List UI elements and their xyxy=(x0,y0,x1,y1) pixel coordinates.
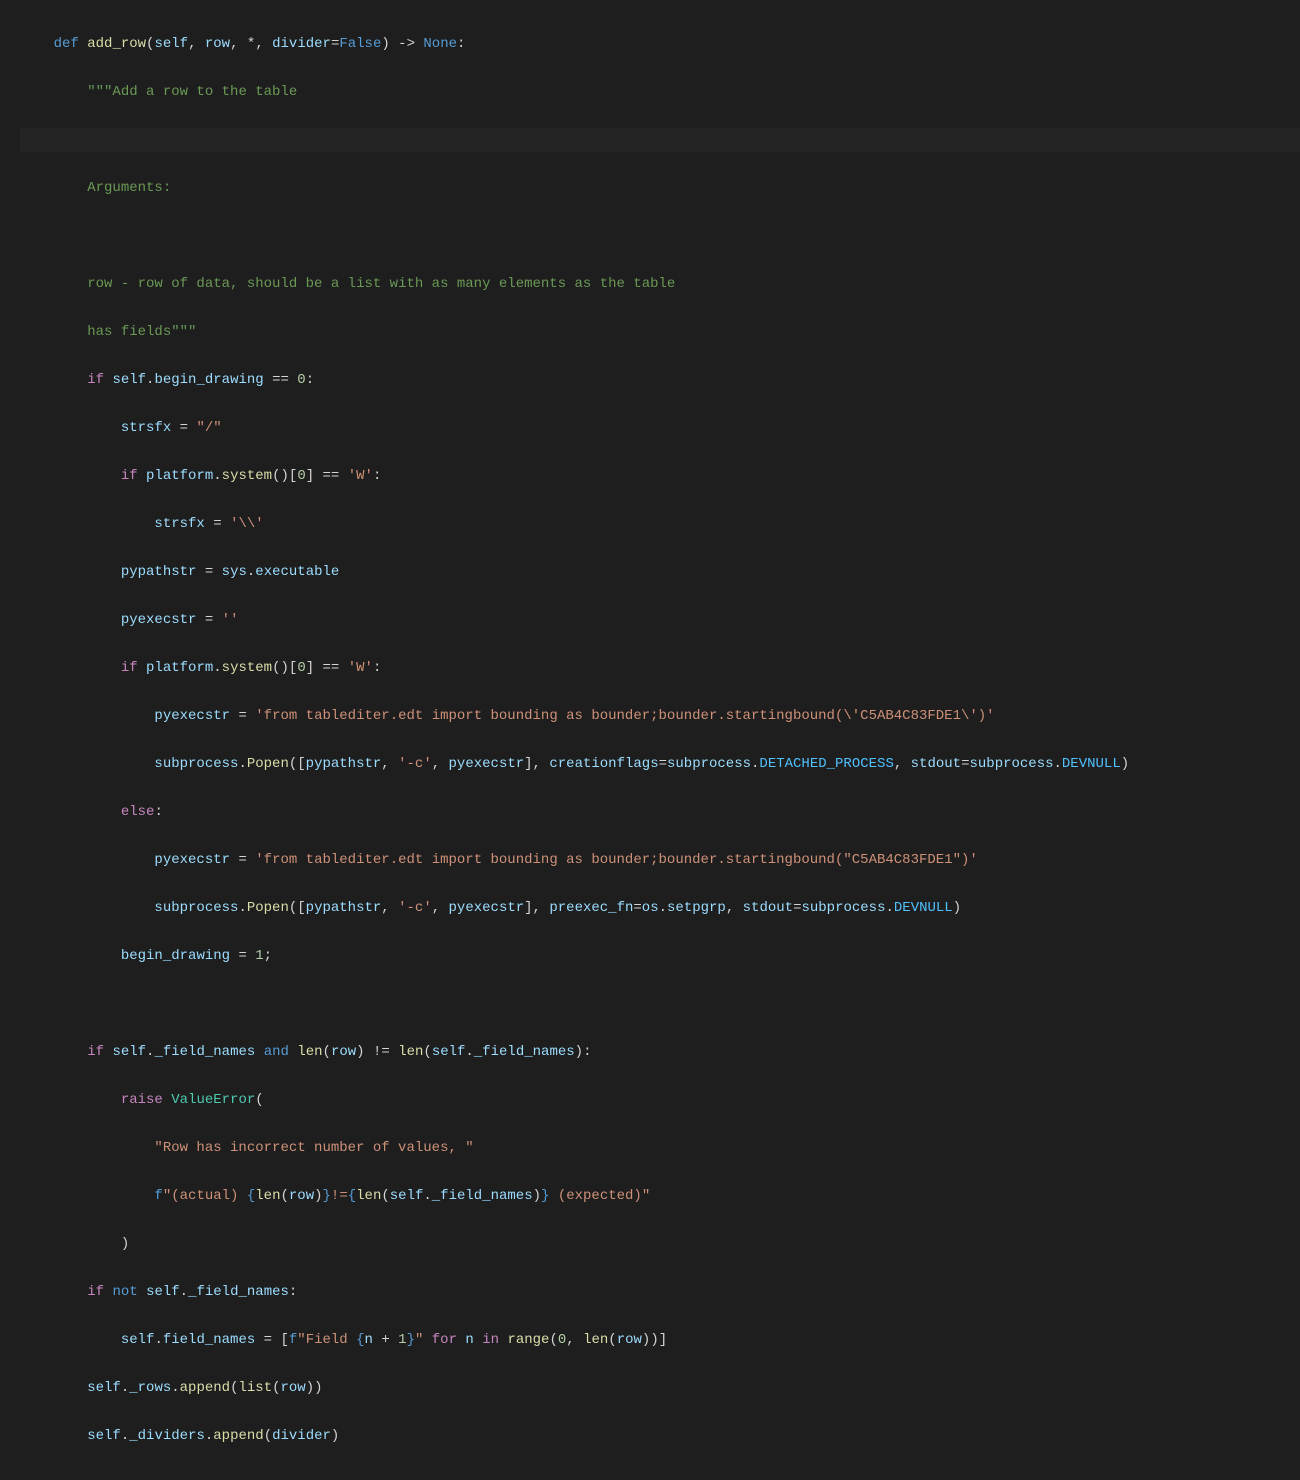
code-line xyxy=(20,224,1300,248)
code-line: def add_row(self, row, *, divider=False)… xyxy=(20,32,1300,56)
keyword-raise: raise xyxy=(121,1092,163,1108)
constant-false: False xyxy=(339,36,381,52)
type-none: None xyxy=(423,36,457,52)
code-line: pyexecstr = '' xyxy=(20,608,1300,632)
code-line: subprocess.Popen([pypathstr, '-c', pyexe… xyxy=(20,752,1300,776)
code-line: subprocess.Popen([pypathstr, '-c', pyexe… xyxy=(20,896,1300,920)
code-line: row - row of data, should be a list with… xyxy=(20,272,1300,296)
docstring: Arguments: xyxy=(87,180,171,196)
code-line: strsfx = "/" xyxy=(20,416,1300,440)
code-editor[interactable]: def add_row(self, row, *, divider=False)… xyxy=(0,8,1300,1472)
code-line: if self.begin_drawing == 0: xyxy=(20,368,1300,392)
param-row: row xyxy=(205,36,230,52)
code-line: has fields""" xyxy=(20,320,1300,344)
code-line xyxy=(20,992,1300,1016)
code-line: if self._field_names and len(row) != len… xyxy=(20,1040,1300,1064)
code-line: begin_drawing = 1; xyxy=(20,944,1300,968)
code-line-active xyxy=(20,128,1300,152)
code-line: pypathstr = sys.executable xyxy=(20,560,1300,584)
code-line: pyexecstr = 'from tablediter.edt import … xyxy=(20,704,1300,728)
code-line: f"(actual) {len(row)}!={len(self._field_… xyxy=(20,1184,1300,1208)
code-line: if platform.system()[0] == 'W': xyxy=(20,464,1300,488)
keyword-else: else xyxy=(121,804,155,820)
code-line: if platform.system()[0] == 'W': xyxy=(20,656,1300,680)
code-line: Arguments: xyxy=(20,176,1300,200)
code-line: """Add a row to the table xyxy=(20,80,1300,104)
docstring: row - row of data, should be a list with… xyxy=(87,276,675,292)
code-line: ) xyxy=(20,1232,1300,1256)
function-name: add_row xyxy=(87,36,146,52)
code-line: else: xyxy=(20,800,1300,824)
class-valueerror: ValueError xyxy=(171,1092,255,1108)
param-self: self xyxy=(154,36,188,52)
docstring: has fields""" xyxy=(87,324,196,340)
keyword-if: if xyxy=(87,372,104,388)
code-line: raise ValueError( xyxy=(20,1088,1300,1112)
param-divider: divider xyxy=(272,36,331,52)
code-line: self._rows.append(list(row)) xyxy=(20,1376,1300,1400)
docstring: """Add a row to the table xyxy=(87,84,297,100)
code-line: strsfx = '\\' xyxy=(20,512,1300,536)
code-line: if not self._field_names: xyxy=(20,1280,1300,1304)
code-line: self.field_names = [f"Field {n + 1}" for… xyxy=(20,1328,1300,1352)
keyword-def: def xyxy=(54,36,79,52)
code-line: self._dividers.append(divider) xyxy=(20,1424,1300,1448)
code-line: "Row has incorrect number of values, " xyxy=(20,1136,1300,1160)
code-line: pyexecstr = 'from tablediter.edt import … xyxy=(20,848,1300,872)
